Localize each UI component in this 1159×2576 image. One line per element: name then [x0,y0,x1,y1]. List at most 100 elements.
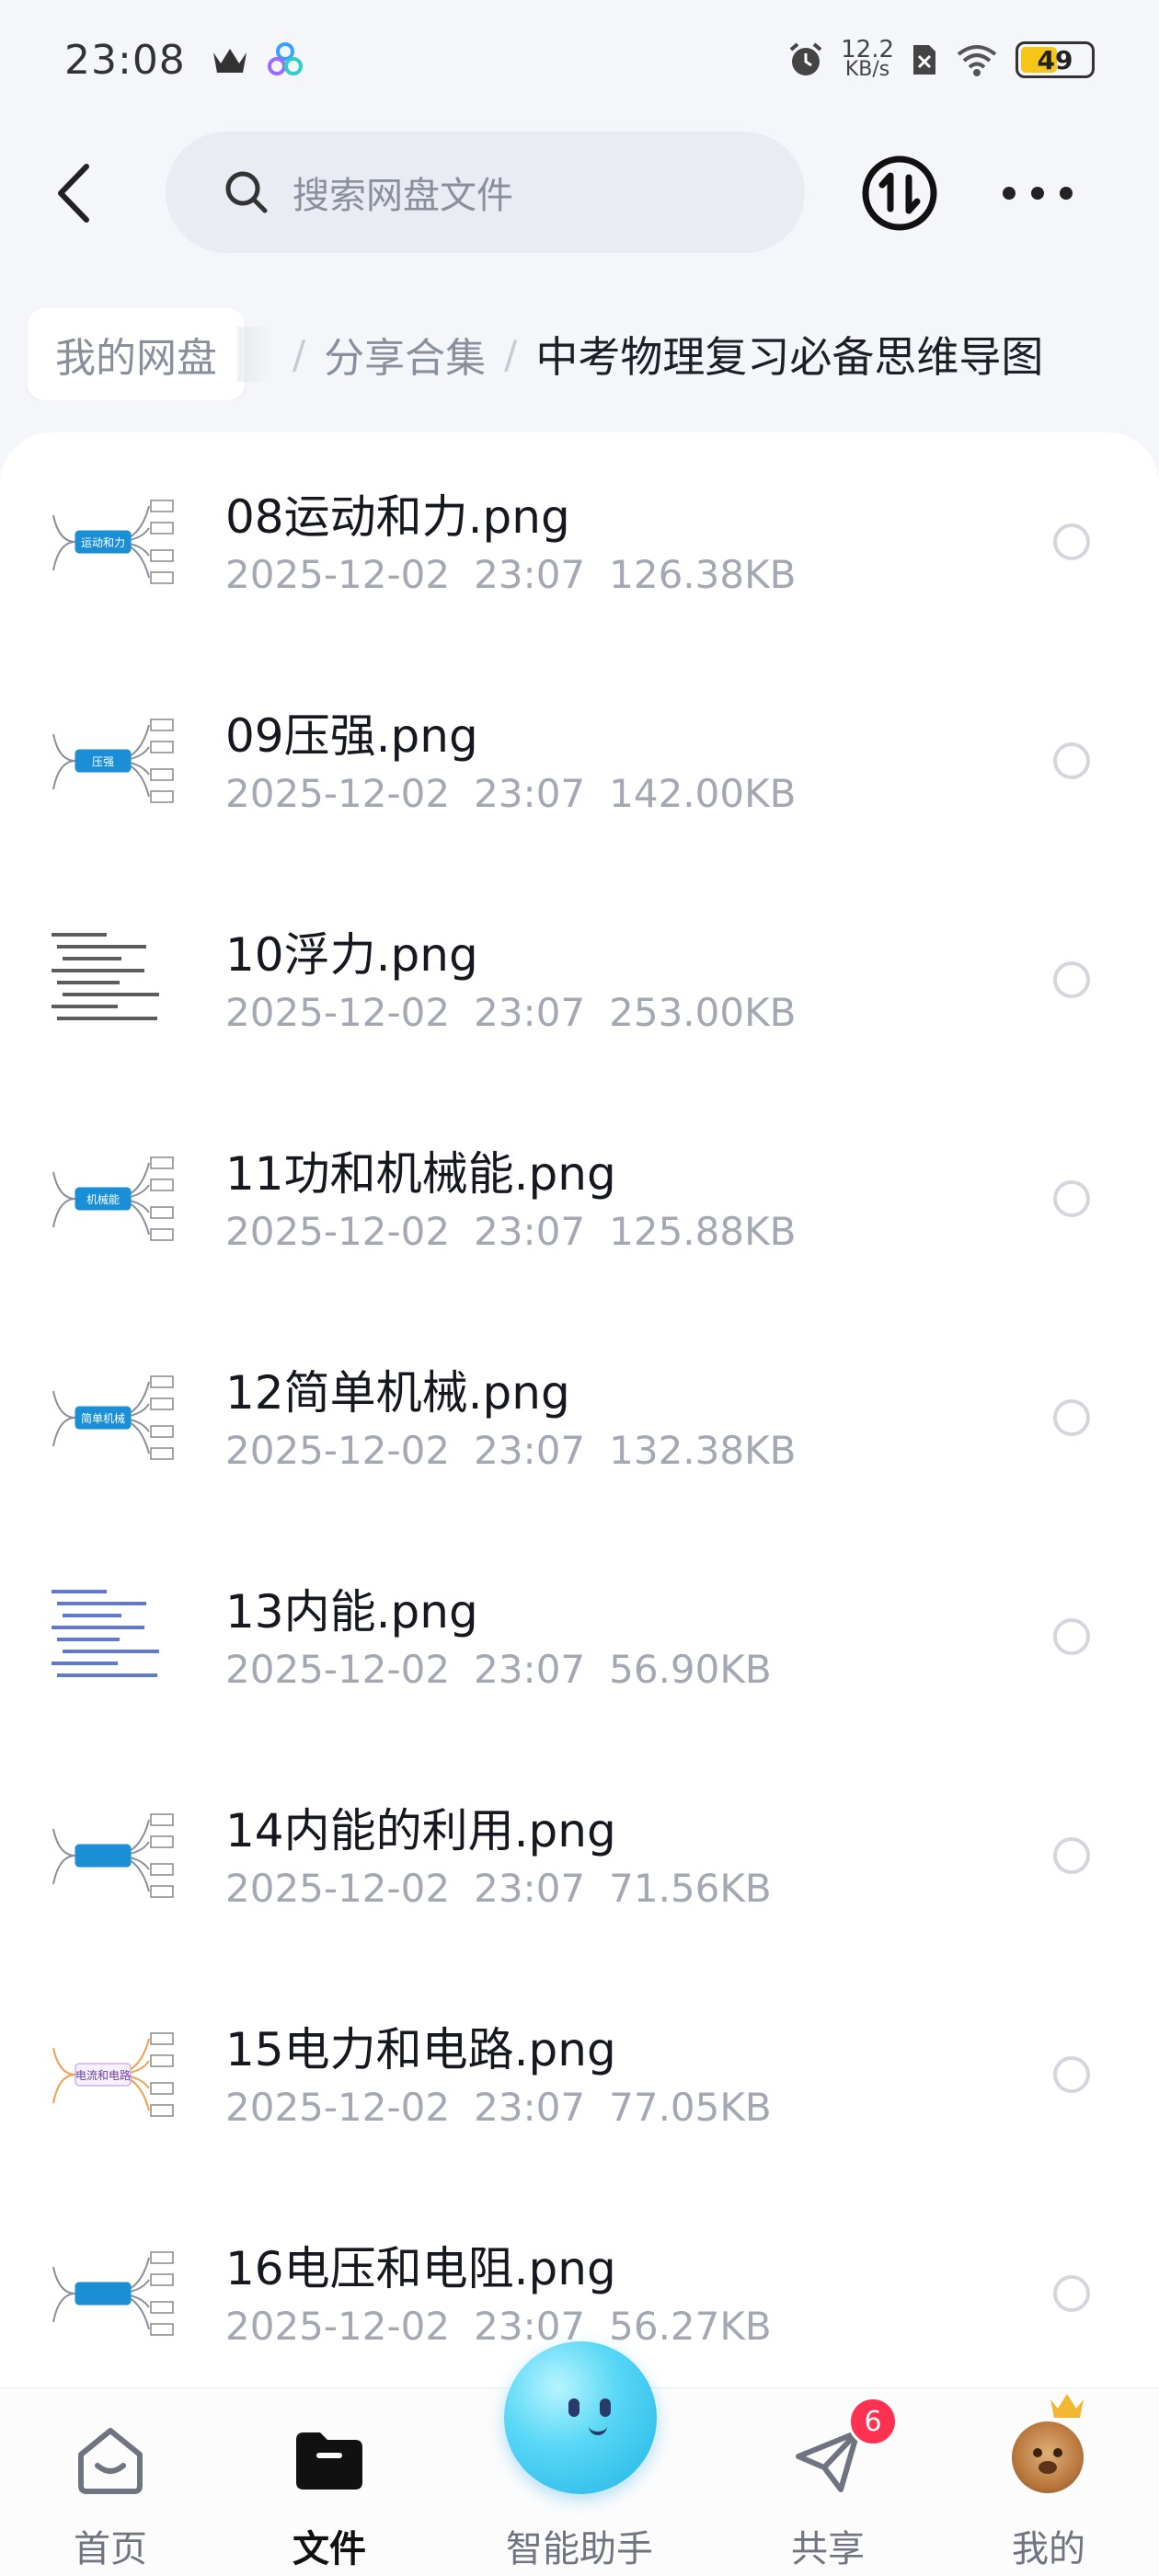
breadcrumb-root[interactable]: 我的网盘 [28,308,245,400]
file-row[interactable]: 电流和电路 15电力和电路.png 2025-12-02 23:07 77.05KB [0,1965,1159,2184]
file-name: 14内能的利用.png [225,1804,616,1857]
file-thumbnail: 电流和电路 [48,2020,175,2129]
chevron-left-icon [58,164,89,223]
assistant-mascot-icon[interactable] [504,2341,657,2494]
file-list: 运动和力 08运动和力.png 2025-12-02 23:07 126.38KB 压强 0… [0,432,1159,2576]
nav-files[interactable]: 文件 [237,2388,421,2576]
svg-text:简单机械: 简单机械 [81,1411,125,1425]
nav-home[interactable]: 首页 [18,2388,202,2576]
mascot-eye [600,2398,611,2417]
battery-level: 49 [1037,44,1073,75]
app-logo-icon [267,42,303,75]
vip-crown-icon [1050,2394,1084,2418]
file-size: 142.00KB [609,771,797,816]
status-time: 23:08 [64,36,186,84]
file-name: 13内能.png [225,1585,478,1639]
file-name: 16电压和电阻.png [225,2242,616,2295]
alarm-icon [789,42,822,75]
file-date: 2025-12-02 [225,1209,451,1254]
sim-off-icon [913,45,935,75]
transfer-button[interactable] [860,154,939,233]
file-name: 12简单机械.png [225,1366,570,1420]
file-date: 2025-12-02 [225,552,451,597]
more-button[interactable] [1003,166,1073,221]
select-checkbox[interactable] [1053,2056,1090,2093]
file-row[interactable]: 机械能 11功和机械能.png 2025-12-02 23:07 125.88KB [0,1089,1159,1308]
home-icon [78,2428,143,2494]
nav-files-label: 文件 [293,2528,366,2570]
file-size: 132.38KB [609,1428,797,1473]
file-meta: 2025-12-02 23:07 126.38KB [225,552,796,597]
select-checkbox[interactable] [1053,2275,1090,2312]
svg-text:运动和力: 运动和力 [81,536,125,549]
more-dot-icon [1003,187,1016,200]
header: 搜索网盘文件 [0,129,1159,258]
breadcrumb: 我的网盘 / 分享合集 / 中考物理复习必备思维导图 [0,308,1159,400]
file-date: 2025-12-02 [225,1647,451,1692]
status-right: 12.2 KB/s 49 [787,38,1095,80]
select-checkbox[interactable] [1053,742,1090,779]
file-date: 2025-12-02 [225,2085,451,2130]
thumbnail-image: 机械能 [52,1156,174,1241]
file-meta: 2025-12-02 23:07 253.00KB [225,990,796,1035]
thumbnail-image: 电流和电路 [52,2032,174,2117]
thumbnail-image [52,933,159,1020]
select-checkbox[interactable] [1053,523,1090,560]
select-checkbox[interactable] [1053,1618,1090,1655]
thumbnail-image [52,1813,174,1898]
file-thumbnail: 压强 [48,707,175,815]
file-meta: 2025-12-02 23:07 56.90KB [225,1647,772,1692]
thumbnail-image: 简单机械 [52,1375,174,1460]
file-row[interactable]: 简单机械 12简单机械.png 2025-12-02 23:07 132.38KB [0,1308,1159,1527]
thumbnail-image [52,1590,159,1677]
file-date: 2025-12-02 [225,1866,451,1911]
svg-text:电流和电路: 电流和电路 [75,2068,131,2082]
status-icons-left [212,41,304,78]
net-speed: 12.2 KB/s [841,38,894,80]
breadcrumb-separator: / [504,331,518,377]
thumbnail-image: 运动和力 [52,500,174,584]
file-size: 125.88KB [609,1209,797,1254]
search-input[interactable]: 搜索网盘文件 [166,132,805,253]
select-checkbox[interactable] [1053,1837,1090,1874]
file-row[interactable]: 运动和力 08运动和力.png 2025-12-02 23:07 126.38KB [0,432,1159,651]
battery-indicator: 49 [1016,41,1095,78]
select-checkbox[interactable] [1053,961,1090,998]
breadcrumb-item-share-collection[interactable]: 分享合集 [324,325,486,384]
folder-icon [296,2432,362,2490]
file-size: 77.05KB [609,2085,772,2130]
breadcrumb-separator: / [293,331,306,377]
file-size: 253.00KB [609,990,797,1035]
file-time: 23:07 [474,1428,586,1473]
file-name: 11功和机械能.png [225,1147,616,1201]
file-row[interactable]: 10浮力.png 2025-12-02 23:07 253.00KB [0,870,1159,1089]
back-button[interactable] [37,156,110,230]
avatar-pet-icon [1033,2448,1062,2474]
breadcrumb-overflow[interactable] [237,327,274,382]
file-date: 2025-12-02 [225,1428,451,1473]
file-time: 23:07 [474,990,586,1035]
file-date: 2025-12-02 [225,2304,451,2349]
file-row[interactable]: 13内能.png 2025-12-02 23:07 56.90KB [0,1527,1159,1746]
file-name: 15电力和电路.png [225,2023,616,2076]
select-checkbox[interactable] [1053,1180,1090,1217]
file-time: 23:07 [474,1866,586,1911]
file-meta: 2025-12-02 23:07 77.05KB [225,2085,772,2130]
crown-icon [212,49,247,73]
file-row[interactable]: 14内能的利用.png 2025-12-02 23:07 71.56KB [0,1746,1159,1965]
file-name: 08运动和力.png [225,490,570,544]
file-time: 23:07 [474,552,586,597]
file-date: 2025-12-02 [225,771,451,816]
avatar[interactable] [1012,2421,1084,2493]
file-time: 23:07 [474,2085,586,2130]
file-row[interactable]: 压强 09压强.png 2025-12-02 23:07 142.00KB [0,651,1159,870]
file-thumbnail [48,1801,175,1910]
file-thumbnail [48,926,175,1034]
file-meta: 2025-12-02 23:07 71.56KB [225,1866,772,1911]
file-thumbnail: 机械能 [48,1144,175,1253]
file-date: 2025-12-02 [225,990,451,1035]
file-name: 10浮力.png [225,928,478,982]
file-size: 71.56KB [609,1866,772,1911]
file-meta: 2025-12-02 23:07 56.27KB [225,2304,772,2349]
select-checkbox[interactable] [1053,1399,1090,1436]
